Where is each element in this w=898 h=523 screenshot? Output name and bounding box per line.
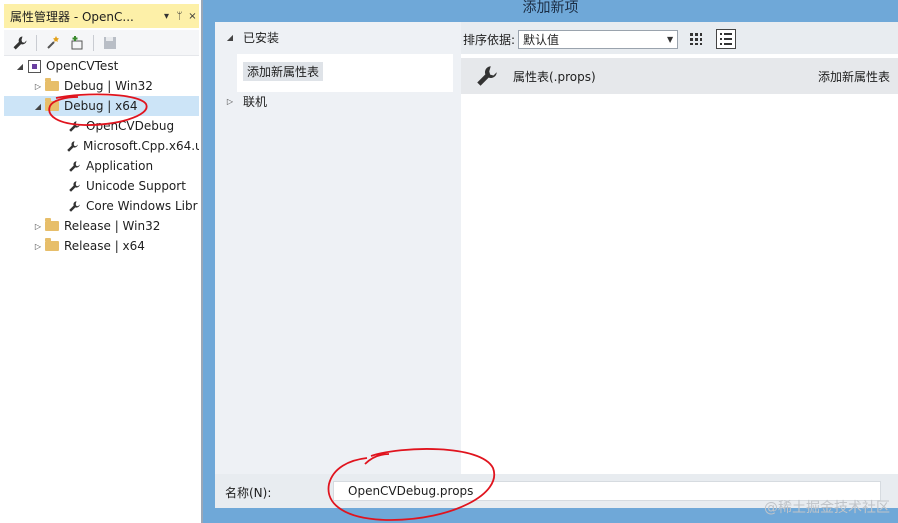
- property-manager-title-bar[interactable]: 属性管理器 - OpenC... ▾ ᛘ ×: [4, 4, 199, 28]
- toolbar-separator: [36, 34, 37, 51]
- wrench-icon: [66, 118, 82, 134]
- project-icon: [26, 58, 42, 74]
- sort-dropdown[interactable]: 默认值 ▼: [518, 29, 679, 49]
- collapse-arrow-icon[interactable]: ◢: [223, 33, 237, 42]
- tree-node-label: Microsoft.Cpp.x64.u: [83, 139, 199, 153]
- template-item[interactable]: 属性表(.props) 添加新属性表: [461, 58, 898, 94]
- template-item-description: 添加新属性表: [817, 69, 890, 84]
- template-item-name: 属性表(.props): [513, 69, 596, 84]
- category-pane: ◢ 已安装 添加新属性表 ▷ 联机: [215, 22, 461, 474]
- add-existing-sheet-icon[interactable]: [67, 33, 87, 53]
- save-icon[interactable]: [100, 33, 120, 53]
- sort-value: 默认值: [523, 32, 560, 47]
- collapse-arrow-icon[interactable]: ◢: [14, 62, 26, 71]
- add-new-sheet-icon[interactable]: [43, 33, 63, 53]
- watermark: @稀土掘金技术社区: [764, 500, 890, 516]
- dialog-body: ◢ 已安装 添加新属性表 ▷ 联机 排序依据: 默认值 ▼ 属性表(.props…: [215, 22, 898, 508]
- property-manager-title: 属性管理器 - OpenC...: [10, 9, 134, 24]
- tree-node-property-sheet[interactable]: Core Windows Libr: [4, 196, 199, 216]
- tree-node-label: Debug | x64: [64, 99, 138, 113]
- tree-node-property-sheet[interactable]: Application: [4, 156, 199, 176]
- sort-label: 排序依据:: [463, 32, 516, 47]
- property-manager-toolbar: [4, 30, 199, 56]
- category-installed[interactable]: ◢ 已安装: [223, 26, 279, 48]
- sort-bar: 排序依据: 默认值 ▼: [461, 26, 898, 52]
- chevron-down-icon: ▼: [666, 34, 674, 44]
- tree-node-label: Core Windows Libr: [86, 199, 198, 213]
- wrench-icon: [66, 158, 82, 174]
- tree-node-property-sheet[interactable]: Unicode Support: [4, 176, 199, 196]
- expand-arrow-icon[interactable]: ▷: [223, 97, 237, 106]
- tree-node-release-x64[interactable]: ▷ Release | x64: [4, 236, 199, 256]
- tree-node-label: Debug | Win32: [64, 79, 153, 93]
- expand-arrow-icon[interactable]: ▷: [32, 242, 44, 251]
- category-label: 添加新属性表: [243, 62, 324, 81]
- close-icon[interactable]: ×: [186, 11, 199, 22]
- folder-icon: [44, 218, 60, 234]
- dropdown-icon[interactable]: ▾: [160, 11, 173, 22]
- screen: 属性管理器 - OpenC... ▾ ᛘ × ◢ OpenCVTest ▷ De…: [0, 0, 898, 523]
- template-list: 属性表(.props) 添加新属性表: [461, 54, 898, 474]
- tree-node-label: OpenCVTest: [46, 59, 119, 73]
- add-new-item-dialog: 添加新项 ◢ 已安装 添加新属性表 ▷ 联机 排序依据: 默认值 ▼ 属性表(.…: [203, 0, 898, 523]
- expand-arrow-icon[interactable]: ▷: [32, 222, 44, 231]
- tree-node-release-win32[interactable]: ▷ Release | Win32: [4, 216, 199, 236]
- tree-node-label: Unicode Support: [86, 179, 186, 193]
- name-label: 名称(N):: [225, 486, 272, 500]
- toolbar-separator: [93, 34, 94, 51]
- category-label: 联机: [243, 94, 268, 109]
- tree-node-property-sheet[interactable]: OpenCVDebug: [4, 116, 199, 136]
- tree-node-debug-x64[interactable]: ◢ Debug | x64: [4, 96, 199, 116]
- collapse-arrow-icon[interactable]: ◢: [32, 102, 44, 111]
- tree-node-property-sheet[interactable]: Microsoft.Cpp.x64.u: [4, 136, 199, 156]
- tree-node-label: Release | Win32: [64, 219, 161, 233]
- pin-icon[interactable]: ᛘ: [173, 11, 186, 22]
- property-tree: ◢ OpenCVTest ▷ Debug | Win32 ◢ Debug | x…: [4, 56, 199, 256]
- folder-icon: [44, 78, 60, 94]
- template-pane: 排序依据: 默认值 ▼ 属性表(.props) 添加新属性表: [461, 22, 898, 474]
- list-view-icon[interactable]: [716, 29, 737, 49]
- grid-view-icon[interactable]: [686, 29, 706, 49]
- wrench-icon[interactable]: [10, 33, 30, 53]
- tree-node-debug-win32[interactable]: ▷ Debug | Win32: [4, 76, 199, 96]
- tree-node-label: Release | x64: [64, 239, 145, 253]
- tree-node-label: OpenCVDebug: [86, 119, 175, 133]
- category-online[interactable]: ▷ 联机: [223, 90, 267, 112]
- category-add-property-sheet[interactable]: 添加新属性表: [237, 54, 453, 92]
- category-label: 已安装: [243, 30, 280, 45]
- folder-icon: [44, 98, 60, 114]
- wrench-icon: [66, 198, 82, 214]
- wrench-icon: [469, 64, 505, 88]
- expand-arrow-icon[interactable]: ▷: [32, 82, 44, 91]
- dialog-title: 添加新项: [522, 0, 579, 16]
- tree-node-project[interactable]: ◢ OpenCVTest: [4, 56, 199, 76]
- tree-node-label: Application: [86, 159, 154, 173]
- folder-icon: [44, 238, 60, 254]
- wrench-icon: [66, 178, 82, 194]
- wrench-icon: [66, 138, 79, 154]
- property-manager-pane: 属性管理器 - OpenC... ▾ ᛘ × ◢ OpenCVTest ▷ De…: [0, 0, 203, 523]
